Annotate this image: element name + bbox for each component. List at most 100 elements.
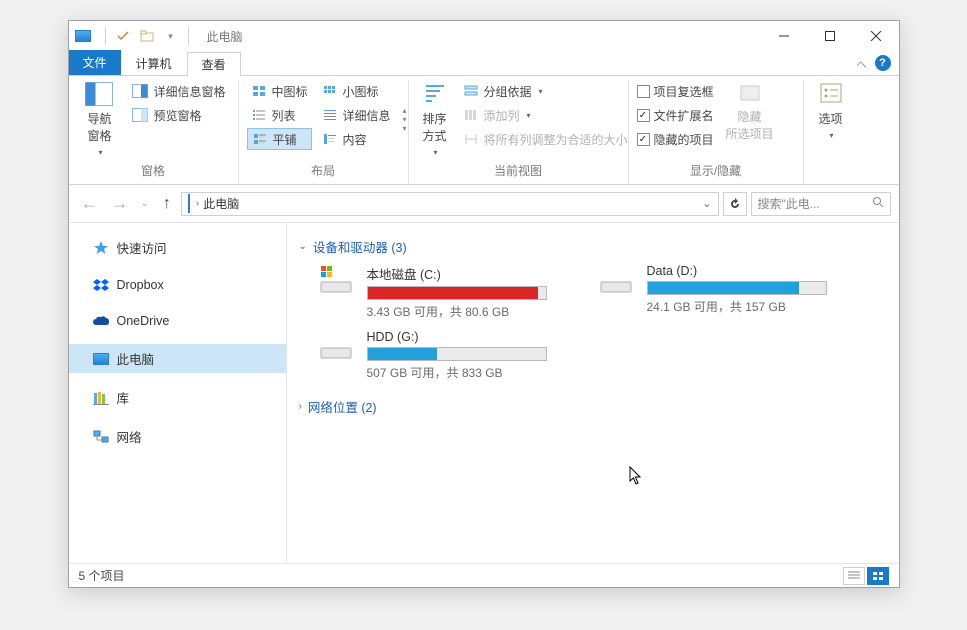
sidebar-item-thispc[interactable]: 此电脑 bbox=[69, 344, 286, 373]
qat-customize[interactable]: ▾ bbox=[160, 25, 182, 47]
layout-scroll-down[interactable]: ▾ bbox=[403, 115, 407, 124]
drive-name: 本地磁盘 (C:) bbox=[367, 264, 577, 283]
drive-item[interactable]: HDD (G:) 507 GB 可用，共 833 GB bbox=[317, 330, 577, 381]
navigation-sidebar: 快速访问 Dropbox OneDrive 此电脑 库 bbox=[69, 223, 287, 563]
statusbar: 5 个项目 bbox=[69, 563, 899, 587]
sidebar-item-label: OneDrive bbox=[117, 314, 170, 328]
checkbox-file-extensions[interactable]: ✓文件扩展名 bbox=[637, 104, 714, 126]
breadcrumb-thispc[interactable]: 此电脑 bbox=[199, 195, 243, 212]
layout-list[interactable]: 列表 bbox=[247, 104, 312, 126]
app-icon bbox=[75, 30, 91, 42]
sidebar-item-onedrive[interactable]: OneDrive bbox=[69, 308, 286, 334]
layout-tiles[interactable]: 平铺 bbox=[247, 128, 312, 150]
layout-medium-icons[interactable]: 中图标 bbox=[247, 80, 312, 102]
details-view-button[interactable] bbox=[843, 567, 865, 585]
explorer-window: ▾ 此电脑 文件 计算机 查看 へ ? 导航窗格 ▾ bbox=[68, 20, 900, 588]
preview-pane-button[interactable]: 预览窗格 bbox=[128, 104, 229, 126]
minimize-button[interactable] bbox=[761, 21, 807, 51]
ribbon: 导航窗格 ▾ 详细信息窗格 预览窗格 窗格 bbox=[69, 76, 899, 185]
hide-selected-button: 隐藏 所选项目 bbox=[720, 80, 780, 159]
pc-icon bbox=[93, 351, 109, 367]
drive-status: 507 GB 可用，共 833 GB bbox=[367, 364, 577, 381]
library-icon bbox=[93, 390, 109, 406]
address-row: ← → ⌄ ↑ › 此电脑 ⌄ 搜索"此电... bbox=[69, 185, 899, 223]
refresh-button[interactable] bbox=[723, 192, 747, 216]
tab-view[interactable]: 查看 bbox=[187, 52, 241, 76]
sidebar-item-label: 网络 bbox=[117, 427, 142, 446]
layout-scroll-up[interactable]: ▴ bbox=[403, 106, 407, 115]
sidebar-item-libraries[interactable]: 库 bbox=[69, 383, 286, 412]
address-dropdown[interactable]: ⌄ bbox=[702, 197, 711, 210]
sidebar-item-dropbox[interactable]: Dropbox bbox=[69, 272, 286, 298]
search-input[interactable]: 搜索"此电... bbox=[751, 192, 891, 216]
ribbon-group-panes-label: 窗格 bbox=[77, 159, 230, 184]
maximize-button[interactable] bbox=[807, 21, 853, 51]
help-icon[interactable]: ? bbox=[875, 55, 891, 71]
sidebar-item-label: 此电脑 bbox=[117, 349, 155, 368]
address-bar[interactable]: › 此电脑 ⌄ bbox=[181, 192, 719, 216]
search-placeholder: 搜索"此电... bbox=[758, 195, 820, 212]
content-area: ⌄ 设备和驱动器 (3) 本地磁盘 (C:) 3.43 GB 可用，共 80.6… bbox=[287, 223, 899, 563]
drive-name: Data (D:) bbox=[647, 264, 857, 278]
tab-file[interactable]: 文件 bbox=[69, 50, 121, 75]
ribbon-tabs: 文件 计算机 查看 へ ? bbox=[69, 51, 899, 76]
layout-content[interactable]: 内容 bbox=[318, 128, 395, 150]
navigation-pane-button[interactable]: 导航窗格 ▾ bbox=[77, 80, 123, 159]
options-button[interactable]: 选项 ▾ bbox=[812, 80, 850, 162]
drive-name: HDD (G:) bbox=[367, 330, 577, 344]
group-by-button[interactable]: 分组依据▾ bbox=[459, 80, 632, 102]
drive-capacity-bar bbox=[367, 286, 547, 300]
statusbar-item-count: 5 个项目 bbox=[79, 567, 125, 584]
layout-small-icons[interactable]: 小图标 bbox=[318, 80, 395, 102]
drive-icon bbox=[597, 264, 637, 296]
nav-recent-button[interactable]: ⌄ bbox=[137, 196, 153, 211]
sidebar-item-network[interactable]: 网络 bbox=[69, 422, 286, 451]
sidebar-item-label: 库 bbox=[117, 388, 130, 407]
checkbox-item-checkboxes[interactable]: 项目复选框 bbox=[637, 80, 714, 102]
ribbon-collapse-button[interactable]: へ bbox=[857, 56, 867, 71]
network-icon bbox=[93, 429, 109, 445]
section-devices-label: 设备和驱动器 (3) bbox=[313, 237, 407, 256]
close-button[interactable] bbox=[853, 21, 899, 51]
layout-details[interactable]: 详细信息 bbox=[318, 104, 395, 126]
drive-icon bbox=[317, 264, 357, 296]
ribbon-group-layout-label: 布局 bbox=[247, 159, 400, 184]
sort-by-button[interactable]: 排序方式 ▾ bbox=[417, 80, 453, 159]
window-title: 此电脑 bbox=[207, 28, 243, 45]
details-pane-button[interactable]: 详细信息窗格 bbox=[128, 80, 229, 102]
chevron-down-icon: ⌄ bbox=[299, 241, 307, 252]
size-columns-button: 将所有列调整为合适的大小 bbox=[459, 128, 632, 150]
star-icon bbox=[93, 240, 109, 256]
section-network[interactable]: › 网络位置 (2) bbox=[299, 393, 887, 420]
onedrive-icon bbox=[93, 313, 109, 329]
add-columns-button: 添加列▾ bbox=[459, 104, 632, 126]
sidebar-item-label: 快速访问 bbox=[117, 238, 167, 257]
chevron-right-icon: › bbox=[299, 401, 302, 412]
tab-computer[interactable]: 计算机 bbox=[121, 51, 187, 75]
checkbox-hidden-items[interactable]: ✓隐藏的项目 bbox=[637, 128, 714, 150]
titlebar: ▾ 此电脑 bbox=[69, 21, 899, 51]
drive-status: 3.43 GB 可用，共 80.6 GB bbox=[367, 303, 577, 320]
nav-up-button[interactable]: ↑ bbox=[157, 193, 177, 215]
dropbox-icon bbox=[93, 277, 109, 293]
icons-view-button[interactable] bbox=[867, 567, 889, 585]
drive-item[interactable]: 本地磁盘 (C:) 3.43 GB 可用，共 80.6 GB bbox=[317, 264, 577, 320]
drive-capacity-bar bbox=[647, 281, 827, 295]
section-devices[interactable]: ⌄ 设备和驱动器 (3) bbox=[299, 233, 887, 260]
sidebar-item-quickaccess[interactable]: 快速访问 bbox=[69, 233, 286, 262]
drive-item[interactable]: Data (D:) 24.1 GB 可用，共 157 GB bbox=[597, 264, 857, 320]
qat-new-folder[interactable] bbox=[136, 25, 158, 47]
ribbon-group-currentview-label: 当前视图 bbox=[417, 159, 620, 184]
pc-icon bbox=[188, 195, 190, 213]
nav-forward-button: → bbox=[107, 191, 133, 216]
nav-back-button[interactable]: ← bbox=[77, 191, 103, 216]
search-icon bbox=[872, 196, 884, 211]
drive-status: 24.1 GB 可用，共 157 GB bbox=[647, 298, 857, 315]
layout-gallery-open[interactable]: ▾ bbox=[403, 124, 407, 133]
section-network-label: 网络位置 (2) bbox=[308, 397, 377, 416]
qat-properties[interactable] bbox=[112, 25, 134, 47]
sidebar-item-label: Dropbox bbox=[117, 278, 164, 292]
drive-capacity-bar bbox=[367, 347, 547, 361]
drive-icon bbox=[317, 330, 357, 362]
ribbon-group-showhide-label: 显示/隐藏 bbox=[637, 159, 795, 184]
